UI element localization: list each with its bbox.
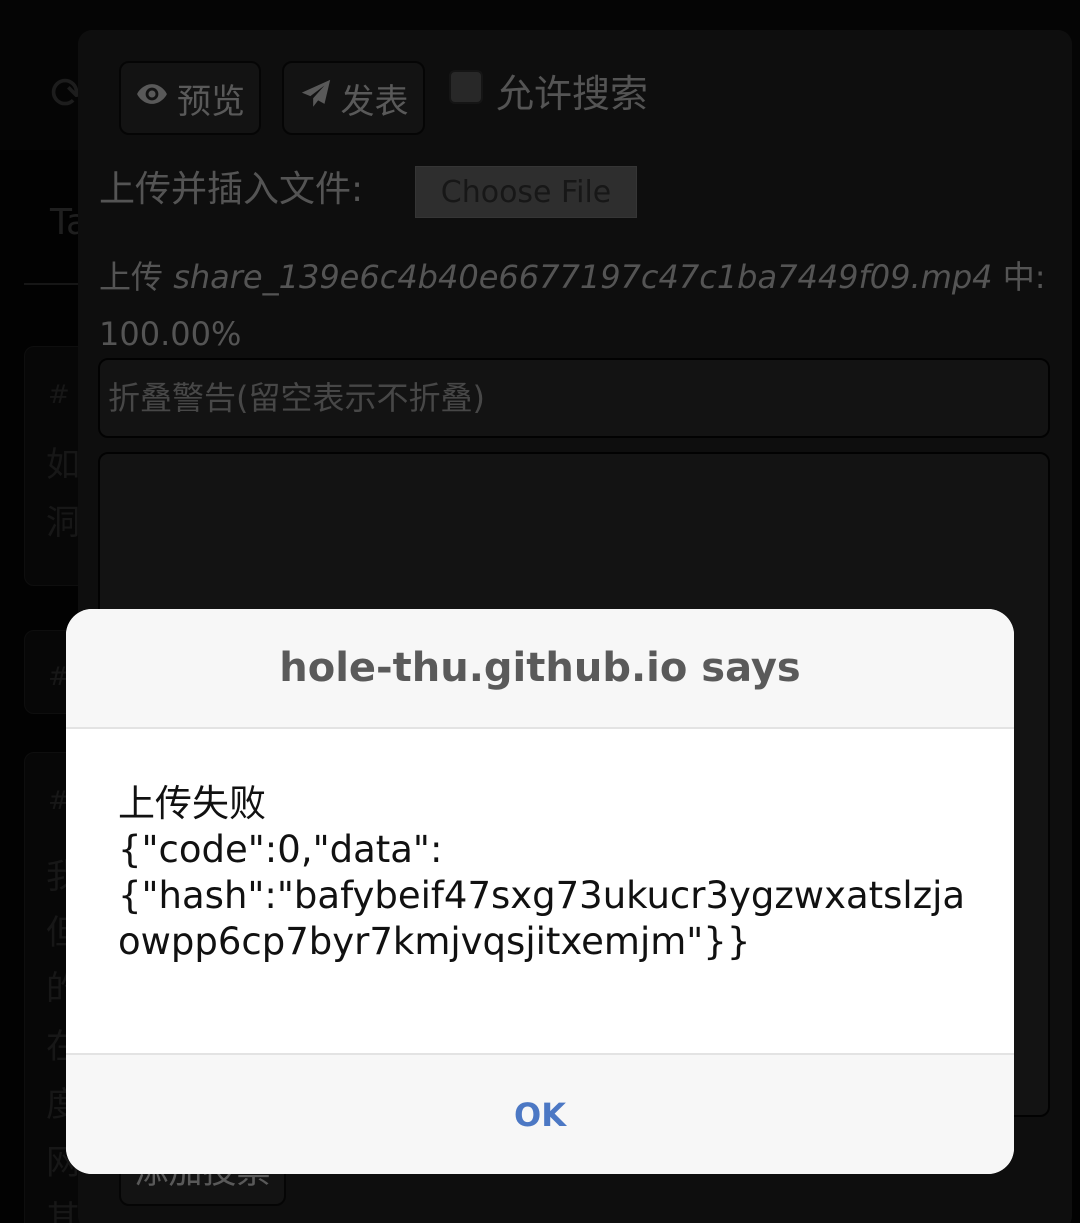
alert-message-line: {"code":0,"data": [118,828,443,871]
screen: ⟳ Ta # 如 洞 # # 我 但 的 在 度 网 其 预览 发表 允许搜索 … [0,0,1080,1223]
alert-message-line: 上传失败 [118,782,266,825]
alert-message: 上传失败 {"code":0,"data": {"hash":"bafybeif… [118,781,978,965]
alert-message-line: owpp6cp7byr7kmjvqsjitxemjm"}} [118,920,751,963]
alert-title: hole-thu.github.io says [279,645,801,691]
ok-button[interactable]: OK [514,1096,566,1134]
alert-header: hole-thu.github.io says [66,609,1014,729]
alert-footer: OK [66,1053,1014,1174]
alert-dialog: hole-thu.github.io says 上传失败 {"code":0,"… [66,609,1014,1174]
alert-message-line: {"hash":"bafybeif47sxg73ukucr3ygzwxatslz… [118,874,966,917]
